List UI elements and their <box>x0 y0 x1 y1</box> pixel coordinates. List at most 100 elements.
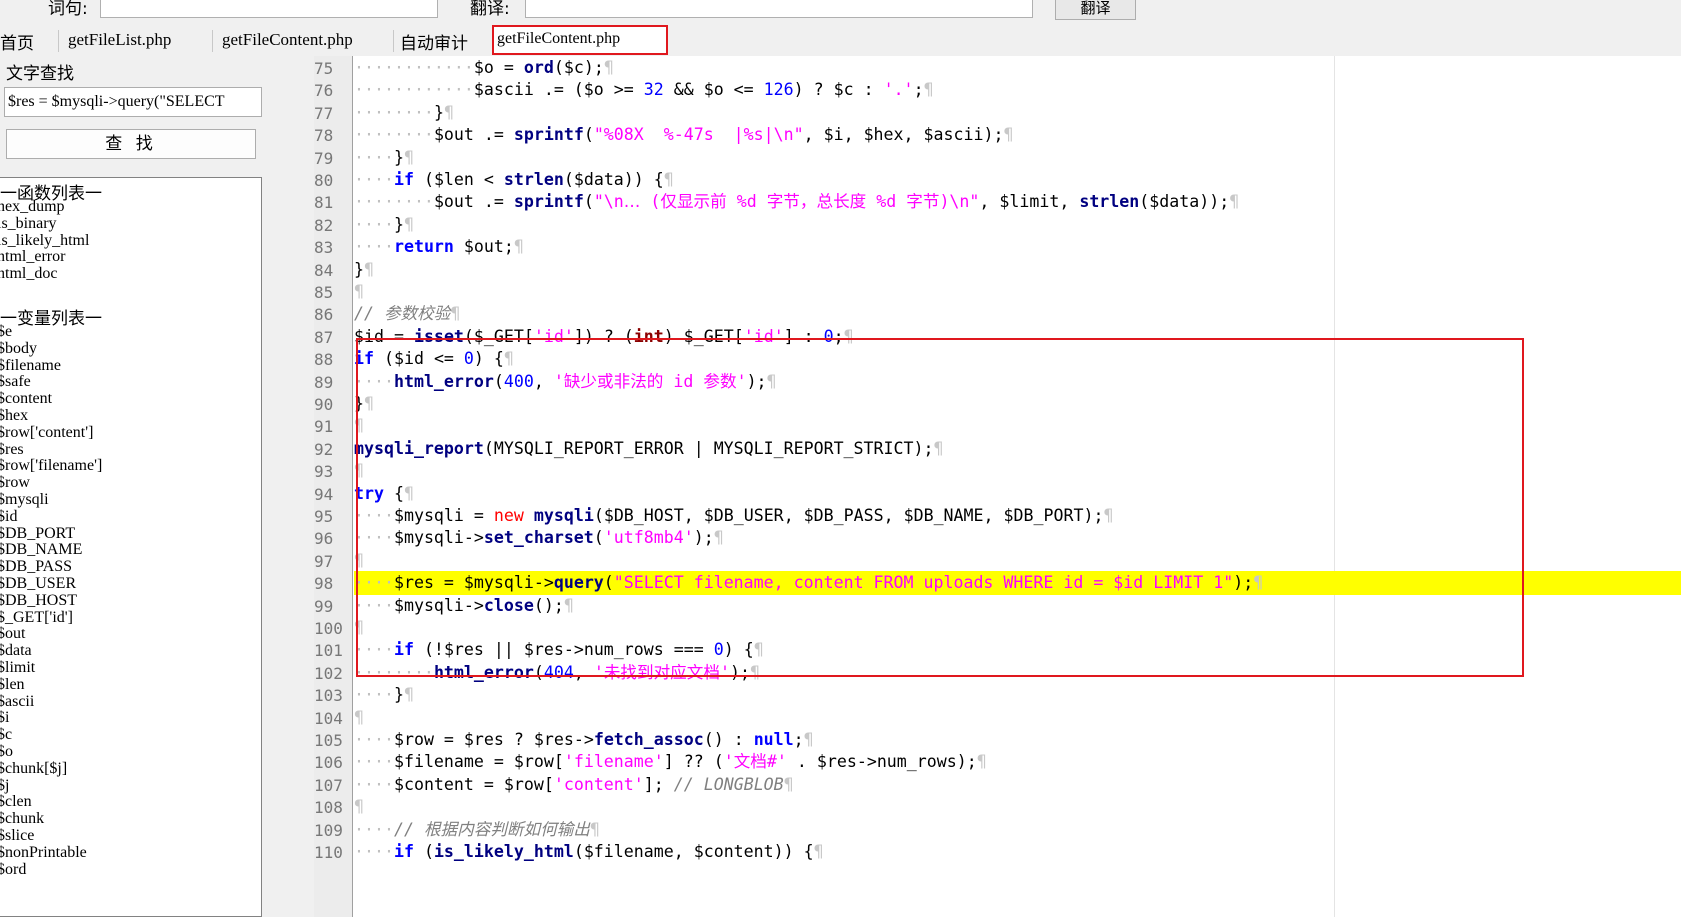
code-line[interactable]: ········$out .= sprintf("\n… (仅显示前 %d 字节… <box>354 190 1681 214</box>
code-line[interactable]: ····$mysqli = new mysqli($DB_HOST, $DB_U… <box>354 504 1681 528</box>
code-line[interactable]: try {¶ <box>354 482 1681 506</box>
variable-list-item[interactable]: $data <box>0 642 32 660</box>
code-line[interactable]: mysqli_report(MYSQLI_REPORT_ERROR | MYSQ… <box>354 437 1681 461</box>
code-line[interactable]: ········html_error(404, '未找到对应文档');¶ <box>354 661 1681 685</box>
line-number: 99 <box>314 596 334 616</box>
find-input[interactable]: $res = $mysqli->query("SELECT <box>4 87 262 117</box>
code-line[interactable]: ····}¶ <box>354 683 1681 707</box>
variable-list-item[interactable]: $chunk[$j] <box>0 760 67 778</box>
variable-list-item[interactable]: $ascii <box>0 693 34 711</box>
variable-list-item[interactable]: $o <box>0 743 13 761</box>
variable-list-item[interactable]: $clen <box>0 793 32 811</box>
code-line[interactable]: ········}¶ <box>354 101 1681 125</box>
variable-list-item[interactable]: $len <box>0 676 25 694</box>
variable-list-item[interactable]: $ord <box>0 861 26 879</box>
tab-divider <box>393 30 394 52</box>
code-line[interactable]: ····$res = $mysqli->query("SELECT filena… <box>354 571 1681 596</box>
function-list-item[interactable]: html_error <box>0 248 65 266</box>
variable-list-item[interactable]: $nonPrintable <box>0 844 87 862</box>
function-list-item[interactable]: is_binary <box>0 215 57 233</box>
code-line[interactable]: ····$row = $res ? $res->fetch_assoc() : … <box>354 728 1681 752</box>
variable-list-item[interactable]: $DB_NAME <box>0 541 82 559</box>
code-line[interactable]: }¶ <box>354 392 1681 416</box>
line-number: 101 <box>314 641 343 661</box>
code-line[interactable]: ¶ <box>354 549 1681 573</box>
code-line[interactable]: ····}¶ <box>354 213 1681 237</box>
code-line[interactable]: ¶ <box>354 414 1681 438</box>
code-line[interactable]: ····if (is_likely_html($filename, $conte… <box>354 840 1681 864</box>
code-line[interactable]: if ($id <= 0) {¶ <box>354 347 1681 371</box>
code-line[interactable]: ····$mysqli->close();¶ <box>354 594 1681 618</box>
variable-list-item[interactable]: $content <box>0 390 52 408</box>
variable-list-item[interactable]: $row['content'] <box>0 424 93 442</box>
code-line[interactable]: ····html_error(400, '缺少或非法的 id 参数');¶ <box>354 370 1681 394</box>
code-line[interactable]: }¶ <box>354 258 1681 282</box>
tab-getfilecontent-active[interactable]: getFileContent.php <box>492 25 668 55</box>
variable-list-item[interactable]: $mysqli <box>0 491 49 509</box>
variable-list-item[interactable]: $DB_PORT <box>0 525 75 543</box>
left-panel: 文字查找 $res = $mysqli->query("SELECT 查 找 一… <box>0 56 314 917</box>
variable-list-item[interactable]: $e <box>0 323 12 341</box>
tab-getfilelist[interactable]: getFileList.php <box>68 30 171 50</box>
line-number: 92 <box>314 439 334 459</box>
variable-list-item[interactable]: $out <box>0 625 25 643</box>
function-list-item[interactable]: html_doc <box>0 265 57 283</box>
code-line[interactable]: ············$o = ord($c);¶ <box>354 56 1681 80</box>
variable-list-item[interactable]: $body <box>0 340 37 358</box>
code-line[interactable]: ¶ <box>354 280 1681 304</box>
code-line[interactable]: ····$mysqli->set_charset('utf8mb4');¶ <box>354 526 1681 550</box>
find-button[interactable]: 查 找 <box>6 129 256 159</box>
tab-auto-audit[interactable]: 自动审计 <box>400 29 468 54</box>
code-line[interactable]: ········$out .= sprintf("%08X %-47s |%s|… <box>354 123 1681 147</box>
variable-list-item[interactable]: $row <box>0 474 30 492</box>
variable-list-item[interactable]: $row['filename'] <box>0 457 102 475</box>
tab-divider <box>212 30 213 52</box>
variable-list-item[interactable]: $chunk <box>0 810 44 828</box>
variable-list-item[interactable]: $limit <box>0 659 35 677</box>
variable-list-item[interactable]: $filename <box>0 357 61 375</box>
variable-list-item[interactable]: $hex <box>0 407 28 425</box>
variable-list-item[interactable]: $j <box>0 777 9 795</box>
variable-list-item[interactable]: $safe <box>0 373 31 391</box>
line-number: 100 <box>314 619 343 638</box>
code-line[interactable]: ····if ($len < strlen($data)) {¶ <box>354 168 1681 192</box>
line-number: 108 <box>314 798 343 818</box>
function-list-item[interactable]: hex_dump <box>0 198 65 216</box>
code-line[interactable]: ¶ <box>354 616 1681 640</box>
code-line[interactable]: ····// 根据内容判断如何输出¶ <box>354 818 1681 842</box>
code-line[interactable]: // 参数校验¶ <box>354 302 1681 326</box>
tab-getfilecontent[interactable]: getFileContent.php <box>222 30 353 50</box>
word-input[interactable] <box>100 0 438 18</box>
code-line[interactable]: ····if (!$res || $res->num_rows === 0) {… <box>354 638 1681 662</box>
line-number: 78 <box>314 126 334 146</box>
line-number: 105 <box>314 731 343 750</box>
line-number: 80 <box>314 171 334 190</box>
code-line[interactable]: ¶ <box>354 706 1681 730</box>
line-number: 96 <box>314 529 334 549</box>
code-line[interactable]: ····}¶ <box>354 146 1681 170</box>
variable-list-item[interactable]: $c <box>0 726 12 744</box>
variable-list-item[interactable]: $slice <box>0 827 34 845</box>
variable-list-item[interactable]: $DB_PASS <box>0 558 72 576</box>
tab-home[interactable]: 首页 <box>0 29 34 54</box>
translate-button[interactable]: 翻译 <box>1055 0 1136 20</box>
variable-list-item[interactable]: $DB_HOST <box>0 592 77 610</box>
line-number: 79 <box>314 148 334 168</box>
code-line[interactable]: ····return $out;¶ <box>354 235 1681 259</box>
code-line[interactable]: ¶ <box>354 795 1681 819</box>
variable-list-item[interactable]: $_GET['id'] <box>0 609 73 627</box>
function-list-item[interactable]: is_likely_html <box>0 232 89 250</box>
translate-input[interactable] <box>525 0 1033 18</box>
line-number: 81 <box>314 193 334 213</box>
variable-list-item[interactable]: $id <box>0 508 17 526</box>
code-line[interactable]: ¶ <box>354 459 1681 483</box>
code-line[interactable]: ····$content = $row['content']; // LONGB… <box>354 773 1681 797</box>
code-line[interactable]: $id = isset($_GET['id']) ? (int) $_GET['… <box>354 325 1681 349</box>
variable-list-item[interactable]: $i <box>0 709 9 727</box>
symbol-list[interactable]: 一函数列表一 一变量列表一 hex_dump is_binary is_likely… <box>0 177 262 917</box>
code-editor[interactable]: 75 76 77 78 79 80 81 82 83 84 85 86 87 88 89 90 91 92 93 94… <box>314 56 1681 917</box>
variable-list-item[interactable]: $res <box>0 441 24 459</box>
code-line[interactable]: ····$filename = $row['filename'] ?? ('文档… <box>354 750 1681 774</box>
code-line[interactable]: ············$ascii .= ($o >= 32 && $o <=… <box>354 78 1681 102</box>
variable-list-item[interactable]: $DB_USER <box>0 575 76 593</box>
